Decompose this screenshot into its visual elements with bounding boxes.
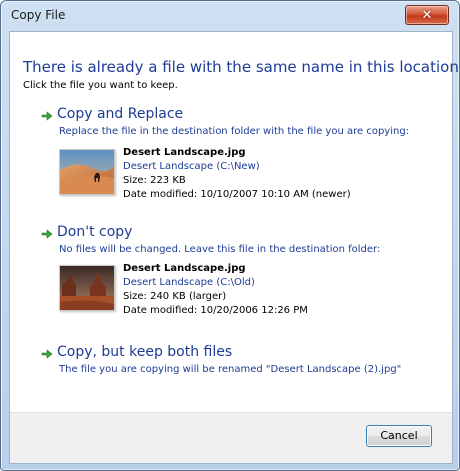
keep-both-title[interactable]: Copy, but keep both files xyxy=(57,344,232,360)
sub-instruction: Click the file you want to keep. xyxy=(23,80,178,91)
dont-copy-description: No files will be changed. Leave this fil… xyxy=(59,244,381,255)
main-instruction: There is already a file with the same na… xyxy=(23,58,459,76)
dialog-content: There is already a file with the same na… xyxy=(9,31,459,464)
option-header: Copy and Replace xyxy=(41,106,443,126)
file-name: Desert Landscape.jpg xyxy=(123,147,246,158)
copy-and-replace-title[interactable]: Copy and Replace xyxy=(57,106,183,122)
copy-and-replace-description: Replace the file in the destination fold… xyxy=(59,126,410,137)
option-header: Don't copy xyxy=(41,224,443,244)
title-bar[interactable]: Copy File ✕ xyxy=(1,1,459,31)
destination-file-details: Desert Landscape.jpg Desert Landscape (C… xyxy=(123,262,308,318)
copy-file-dialog: Copy File ✕ There is already a file with… xyxy=(0,0,460,471)
green-arrow-icon xyxy=(41,229,53,239)
file-name: Desert Landscape.jpg xyxy=(123,263,246,274)
destination-file-card[interactable]: Desert Landscape.jpg Desert Landscape (C… xyxy=(59,262,399,328)
source-file-thumbnail xyxy=(59,149,115,195)
keep-both-description: The file you are copying will be renamed… xyxy=(59,364,402,375)
source-file-card[interactable]: Desert Landscape.jpg Desert Landscape (C… xyxy=(59,146,399,212)
dialog-footer: Cancel xyxy=(10,412,452,463)
green-arrow-icon xyxy=(41,349,53,359)
cancel-button[interactable]: Cancel xyxy=(366,425,432,447)
file-location: Desert Landscape (C:\Old) xyxy=(123,277,255,288)
dont-copy-option[interactable]: Don't copy No files will be changed. Lea… xyxy=(41,224,443,316)
green-arrow-icon xyxy=(41,111,53,121)
window-title: Copy File xyxy=(11,8,66,22)
option-header: Copy, but keep both files xyxy=(41,344,443,364)
file-date-modified: Date modified: 10/10/2007 10:10 AM (newe… xyxy=(123,189,351,200)
file-size: Size: 223 KB xyxy=(123,175,186,186)
keep-both-option[interactable]: Copy, but keep both files The file you a… xyxy=(41,344,443,375)
file-size: Size: 240 KB (larger) xyxy=(123,291,227,302)
close-icon: ✕ xyxy=(421,7,433,23)
file-date-modified: Date modified: 10/20/2006 12:26 PM xyxy=(123,305,308,316)
source-file-details: Desert Landscape.jpg Desert Landscape (C… xyxy=(123,146,351,202)
close-button[interactable]: ✕ xyxy=(405,5,449,25)
copy-and-replace-option[interactable]: Copy and Replace Replace the file in the… xyxy=(41,106,443,200)
destination-file-thumbnail xyxy=(59,265,115,311)
file-location: Desert Landscape (C:\New) xyxy=(123,161,260,172)
dont-copy-title[interactable]: Don't copy xyxy=(57,224,132,240)
